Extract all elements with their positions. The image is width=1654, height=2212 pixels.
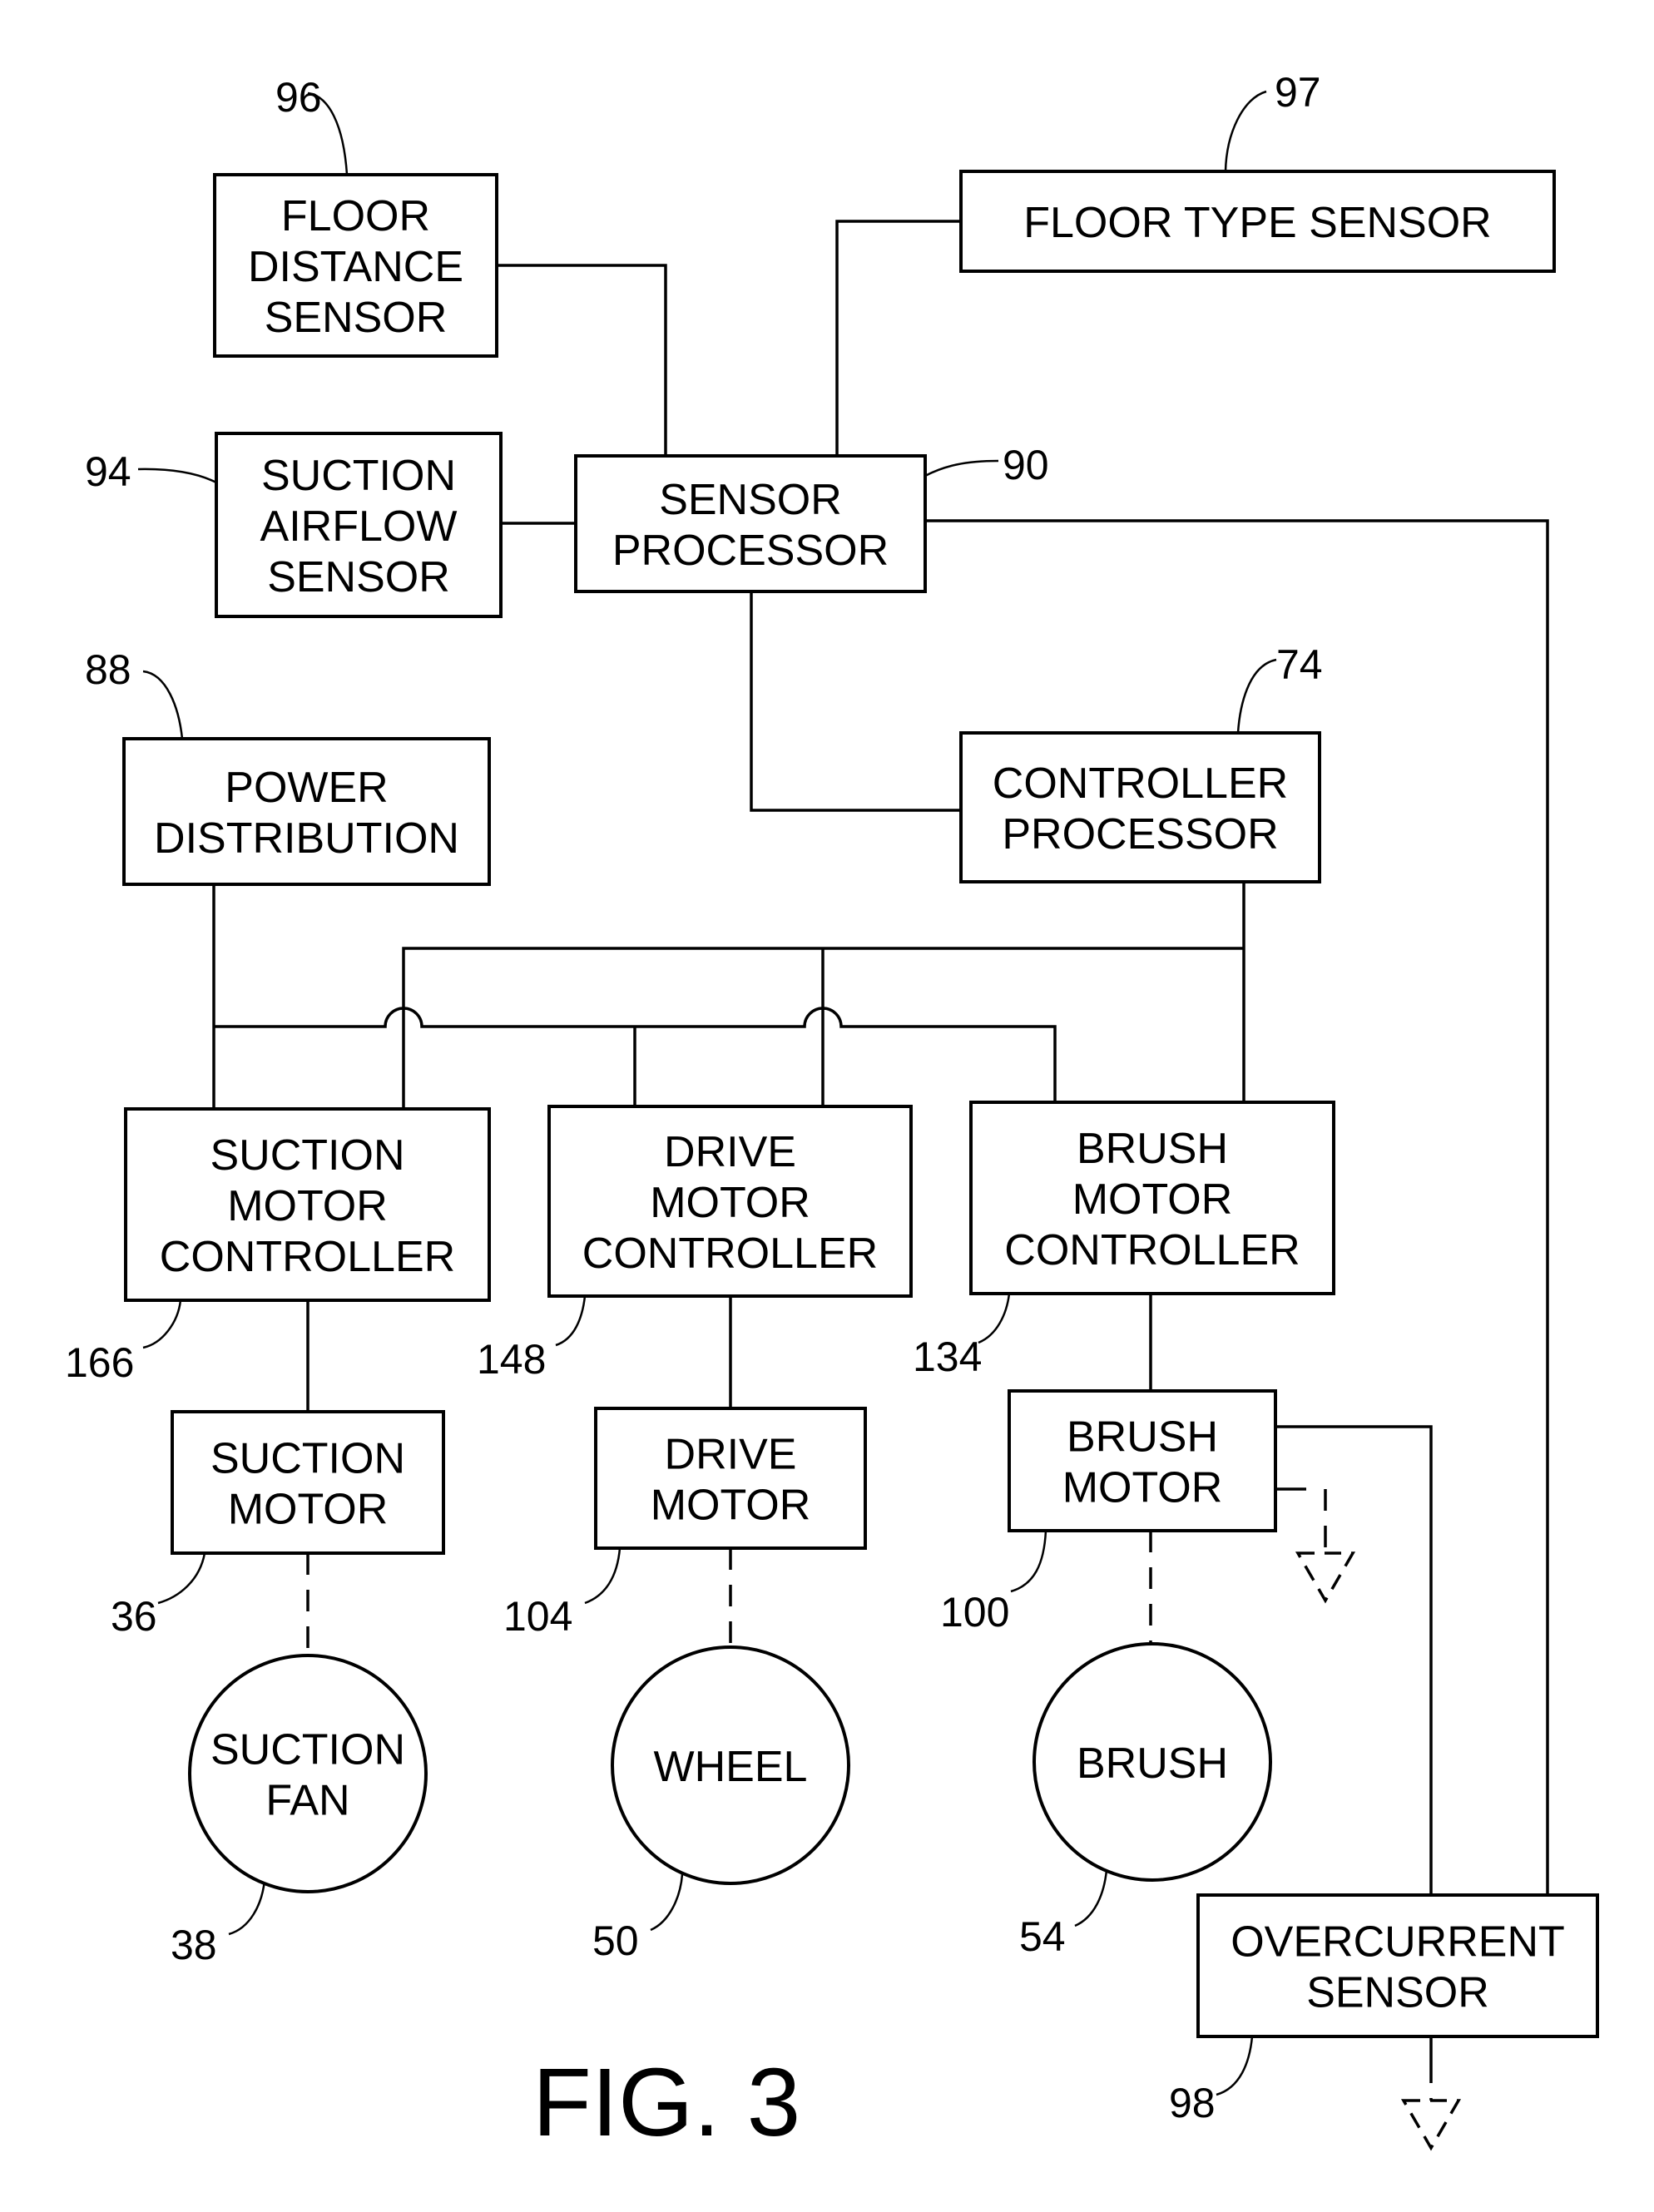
reference-leader [1224,90,1267,172]
block-label-line: SUCTION [210,1435,405,1483]
power-distribution-block: POWERDISTRIBUTION [122,737,491,886]
reference-leader [1074,1869,1108,1927]
wheel-block: WHEEL [611,1645,850,1885]
reference-leader [228,1879,266,1936]
drive-motor-block: DRIVEMOTOR [594,1407,867,1550]
block-label-line: SENSOR [659,476,842,524]
block-label-line: SUCTION [210,1131,405,1180]
figure-title: FIG. 3 [532,2048,800,2156]
reference-leader [1216,2036,1254,2096]
ground-icon [1400,2099,1462,2151]
wire-sensor-processor-to-controller [750,591,961,812]
reference-numeral: 148 [477,1336,546,1383]
overcurrent-sensor-block: OVERCURRENTSENSOR [1196,1893,1599,2038]
reference-numeral: 94 [85,448,131,495]
reference-leader [142,670,184,740]
suction-airflow-sensor-block: SUCTIONAIRFLOWSENSOR [215,432,503,618]
block-label-line: DRIVE [665,1431,797,1479]
reference-leader [1010,1530,1047,1593]
wire-floor-type-to-sensor-processor [835,220,961,456]
block-label-line: SUCTION [210,1726,405,1774]
brush-block: BRUSH [1033,1642,1272,1882]
reference-leader [650,1873,684,1932]
drive-motor-controller-block: DRIVEMOTORCONTROLLER [547,1105,913,1298]
brush-motor-ground-symbol [1295,1551,1356,1604]
reference-numeral: 166 [65,1339,134,1386]
block-label-line: BRUSH [1077,1739,1228,1788]
diagram-blocks: FLOORDISTANCESENSORFLOOR TYPE SENSORSUCT… [122,170,1599,2038]
block-label-line: MOTOR [651,1482,811,1530]
reference-numeral: 96 [275,74,322,121]
block-label-line: BRUSH [1077,1125,1228,1173]
fig3-block-diagram: 96 97 94 90 88 74 166 148 134 36 104 100 38 50 54 98 FL… [65,69,1599,2156]
reference-leader [584,1547,621,1605]
brush-motor-block: BRUSHMOTOR [1008,1389,1277,1532]
reference-leader [157,1552,206,1605]
reference-leader [137,468,217,484]
block-label-line: MOTOR [228,1486,389,1534]
wire-floor-distance-to-sensor-processor [497,264,667,456]
block-label-line: SUCTION [261,452,456,500]
block-label-line: MOTOR [1072,1175,1233,1224]
reference-numeral: 104 [503,1593,572,1640]
ground-symbols [1295,1551,1462,2151]
brush-motor-controller-block: BRUSHMOTORCONTROLLER [969,1101,1335,1295]
reference-leader [978,1293,1011,1344]
overcurrent-ground-symbol [1400,2099,1462,2151]
block-label-line: WHEEL [654,1743,808,1791]
block-label-line: PROCESSOR [612,527,889,575]
floor-type-sensor-block: FLOOR TYPE SENSOR [959,170,1556,273]
block-label-line: CONTROLLER [993,760,1288,808]
reference-numeral: 38 [171,1922,217,1968]
block-label-line: CONTROLLER [1004,1226,1300,1274]
sensor-processor-block: SENSORPROCESSOR [574,454,927,593]
reference-numeral: 50 [592,1918,639,1964]
ground-icon [1295,1551,1356,1604]
reference-numeral: 134 [913,1334,982,1380]
block-label-line: SENSOR [1306,1969,1489,2017]
block-label-line: SENSOR [265,294,448,342]
block-label-line: AIRFLOW [260,502,458,551]
reference-numeral: 88 [85,646,131,693]
wire-brush-motor-to-overcurrent [1275,1425,1433,1895]
block-label-line: FLOOR TYPE SENSOR [1023,199,1492,247]
block-label-line: MOTOR [227,1182,388,1230]
reference-numeral: 54 [1019,1913,1066,1960]
block-label-line: POWER [225,764,388,812]
block-label-line: CONTROLLER [582,1230,878,1278]
block-label-line: BRUSH [1067,1413,1218,1462]
reference-numeral: 90 [1003,442,1049,488]
reference-numeral: 74 [1276,641,1323,688]
block-label-line: MOTOR [1062,1464,1223,1512]
block-label-line: DISTRIBUTION [154,814,459,863]
reference-numeral: 36 [111,1593,157,1640]
block-label-line: OVERCURRENT [1231,1918,1565,1967]
reference-leader [142,1299,182,1349]
reference-leader [924,459,999,478]
block-label-line: MOTOR [650,1179,810,1227]
floor-distance-sensor-block: FLOORDISTANCESENSOR [213,173,498,358]
block-label-line: CONTROLLER [160,1233,455,1281]
reference-leader [1236,658,1277,734]
suction-motor-block: SUCTIONMOTOR [171,1410,445,1555]
block-label-line: DISTANCE [248,243,463,291]
reference-numeral: 97 [1275,69,1321,116]
block-label-line: SENSOR [267,553,450,601]
reference-numeral: 100 [940,1589,1009,1635]
suction-fan-block: SUCTIONFAN [188,1654,428,1893]
reference-numeral: 98 [1169,2080,1216,2126]
block-label-line: PROCESSOR [1002,810,1278,859]
block-label-line: FAN [265,1777,349,1825]
controller-processor-block: CONTROLLERPROCESSOR [959,731,1321,883]
block-label-line: DRIVE [664,1128,796,1176]
block-label-line: FLOOR [281,192,430,240]
suction-motor-controller-block: SUCTIONMOTORCONTROLLER [124,1107,491,1302]
reference-leader [555,1295,587,1347]
